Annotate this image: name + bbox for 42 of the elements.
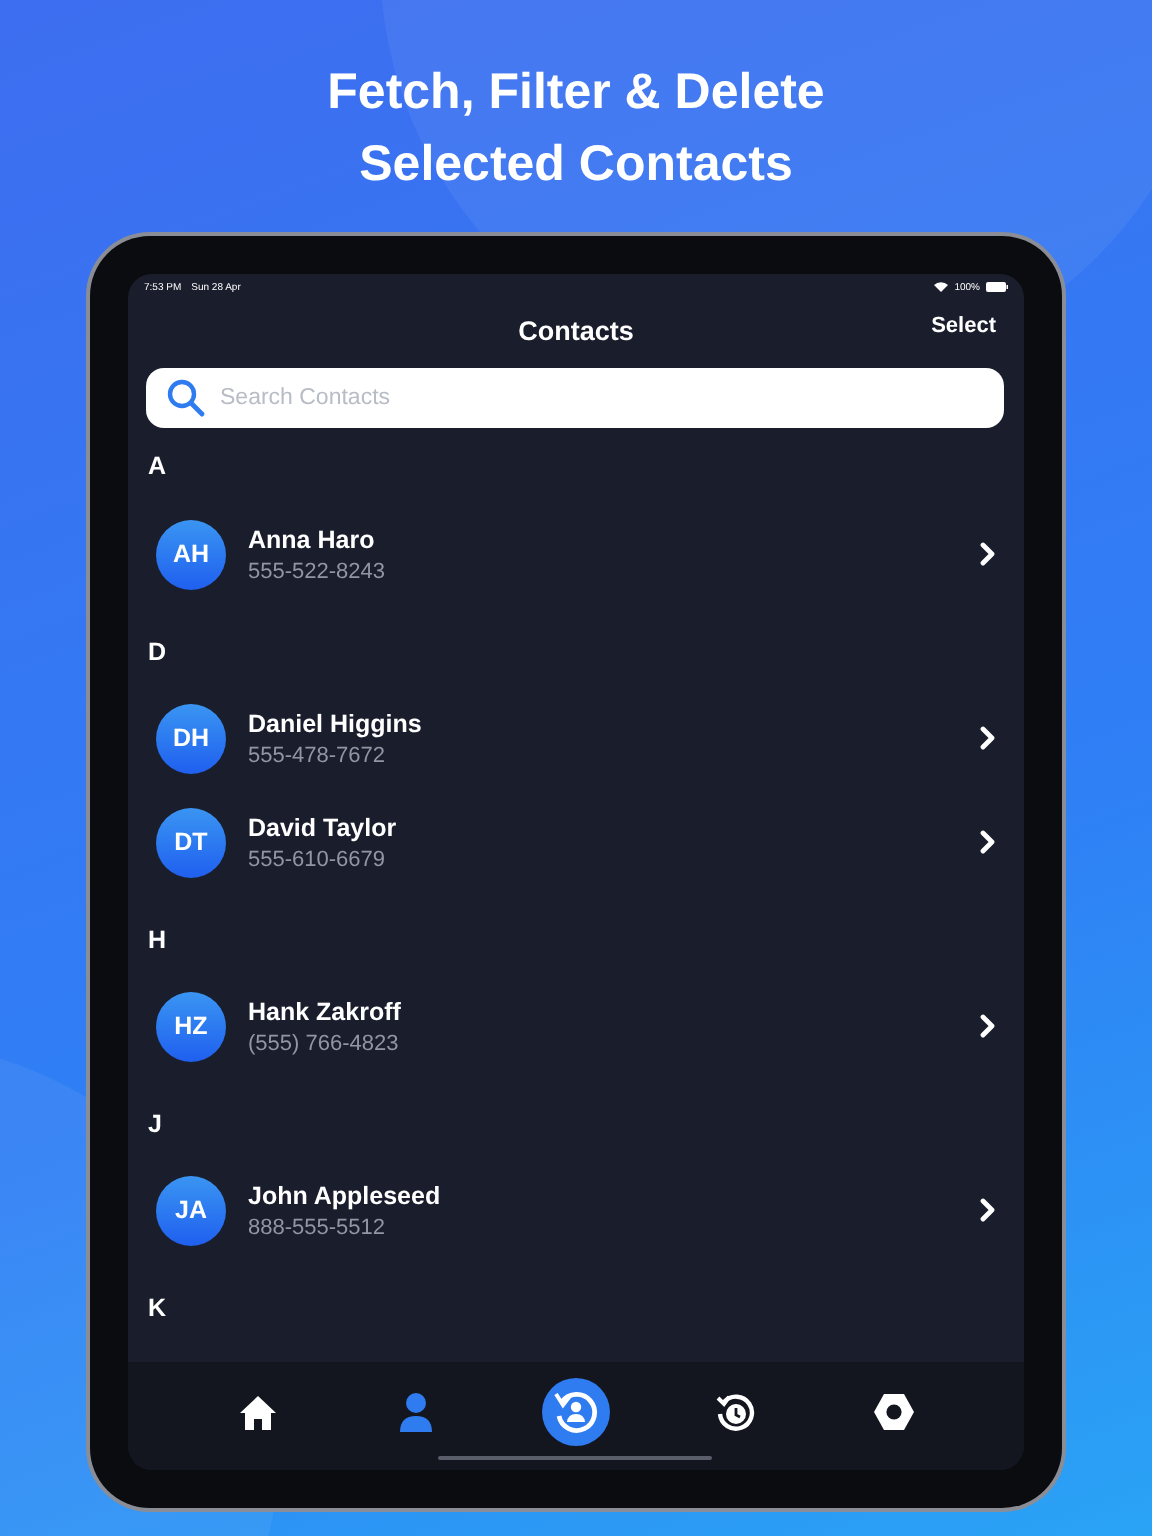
avatar: HZ — [156, 991, 226, 1061]
contact-row[interactable]: DH Daniel Higgins 555-478-7672 — [128, 686, 1024, 790]
contact-row[interactable]: AH Anna Haro 555-522-8243 — [128, 502, 1024, 606]
chevron-icon — [980, 726, 996, 750]
chevron-icon — [980, 1014, 996, 1038]
section-letter: A — [148, 452, 167, 480]
search-field[interactable]: Search Contacts — [146, 368, 1004, 428]
chevron-icon — [980, 830, 996, 854]
battery-icon — [986, 282, 1008, 292]
section-letter: K — [148, 1294, 167, 1322]
contact-name: David Taylor — [248, 813, 399, 841]
headline: Fetch, Filter & Delete — [325, 62, 827, 124]
contact-row[interactable]: JA John Appleseed 888-555-5512 — [128, 1158, 1024, 1262]
chevron-icon — [980, 1198, 996, 1222]
section-letter: J — [148, 1110, 162, 1138]
contact-name: Daniel Higgins — [248, 709, 424, 737]
section-letter: D — [148, 638, 167, 666]
contact-name: Hank Zakroff — [248, 997, 403, 1025]
history-icon[interactable] — [714, 1391, 757, 1433]
contact-name: John Appleseed — [248, 1181, 443, 1209]
contact-name: Anna Haro — [248, 525, 377, 553]
avatar: DT — [156, 807, 226, 877]
restore-contact-icon[interactable] — [541, 1378, 610, 1446]
contact-row[interactable]: HZ Hank Zakroff (555) 766-4823 — [128, 974, 1024, 1078]
contact-phone: 555-610-6679 — [248, 847, 388, 871]
contact-phone: (555) 766-4823 — [248, 1031, 401, 1055]
avatar: AH — [156, 519, 226, 589]
section-letter: H — [148, 926, 167, 954]
contact-phone: 888-555-5512 — [248, 1215, 388, 1239]
chevron-icon — [980, 542, 996, 566]
contact-row[interactable]: DT David Taylor 555-610-6679 — [128, 790, 1024, 894]
avatar: DH — [156, 703, 226, 773]
avatar: JA — [156, 1175, 226, 1245]
contact-phone: 555-522-8243 — [248, 559, 388, 583]
headline: Selected Contacts — [357, 134, 795, 196]
settings-icon[interactable] — [872, 1392, 917, 1432]
home-icon[interactable] — [237, 1393, 278, 1431]
wifi-icon — [934, 282, 949, 292]
select-button[interactable]: Select — [931, 314, 996, 338]
person-icon[interactable] — [398, 1392, 435, 1432]
nav-title: Contacts — [518, 315, 634, 345]
contact-phone: 555-478-7672 — [248, 743, 388, 767]
